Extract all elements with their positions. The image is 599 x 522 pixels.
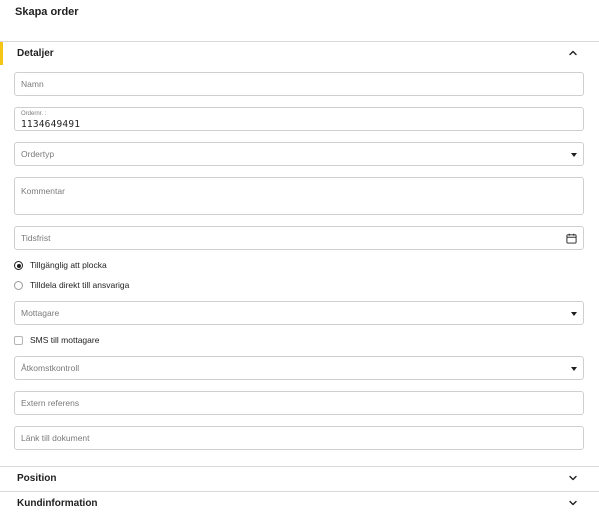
recipient-select[interactable]: Mottagare (14, 301, 584, 325)
order-number-value: 1134649491 (21, 119, 81, 130)
recipient-placeholder: Mottagare (21, 308, 60, 318)
chevron-down-icon[interactable] (567, 472, 579, 484)
order-type-select[interactable]: Ordertyp (14, 142, 584, 166)
access-control-select[interactable]: Åtkomstkontroll (14, 356, 584, 380)
external-reference-placeholder: Extern referens (21, 398, 80, 408)
order-number-label: Ordernr. : (21, 111, 47, 117)
section-position-label: Position (17, 473, 57, 484)
name-field[interactable]: Namn (14, 72, 584, 96)
deadline-placeholder: Tidsfrist (21, 233, 51, 243)
dropdown-caret-icon (571, 367, 577, 371)
deadline-field[interactable]: Tidsfrist (14, 226, 584, 250)
section-customer-label: Kundinformation (17, 498, 98, 509)
active-section-indicator (0, 42, 3, 65)
comment-textarea[interactable]: Kommentar (14, 177, 584, 215)
section-customer-header[interactable]: Kundinformation (0, 491, 599, 515)
dropdown-caret-icon (571, 312, 577, 316)
order-type-placeholder: Ordertyp (21, 149, 55, 159)
radio-button[interactable] (14, 281, 23, 290)
section-details-header[interactable]: Detaljer (0, 41, 599, 65)
chevron-down-icon[interactable] (567, 497, 579, 509)
availability-option-label: Tilldela direkt till ansvariga (30, 280, 130, 290)
name-placeholder: Namn (21, 79, 44, 89)
section-position-header[interactable]: Position (0, 466, 599, 490)
calendar-icon[interactable] (566, 233, 577, 244)
section-details-label: Detaljer (17, 48, 54, 59)
comment-placeholder: Kommentar (21, 186, 65, 196)
sms-checkbox[interactable] (14, 336, 23, 345)
chevron-up-icon[interactable] (567, 47, 579, 59)
order-number-field[interactable]: Ordernr. : 1134649491 (14, 107, 584, 131)
dropdown-caret-icon (571, 153, 577, 157)
document-link-placeholder: Länk till dokument (21, 433, 90, 443)
document-link-field[interactable]: Länk till dokument (14, 426, 584, 450)
radio-button[interactable] (14, 261, 23, 270)
page-title: Skapa order (15, 6, 79, 18)
access-control-placeholder: Åtkomstkontroll (21, 363, 80, 373)
sms-label: SMS till mottagare (30, 335, 100, 345)
external-reference-field[interactable]: Extern referens (14, 391, 584, 415)
availability-option-label: Tillgänglig att plocka (30, 260, 107, 270)
